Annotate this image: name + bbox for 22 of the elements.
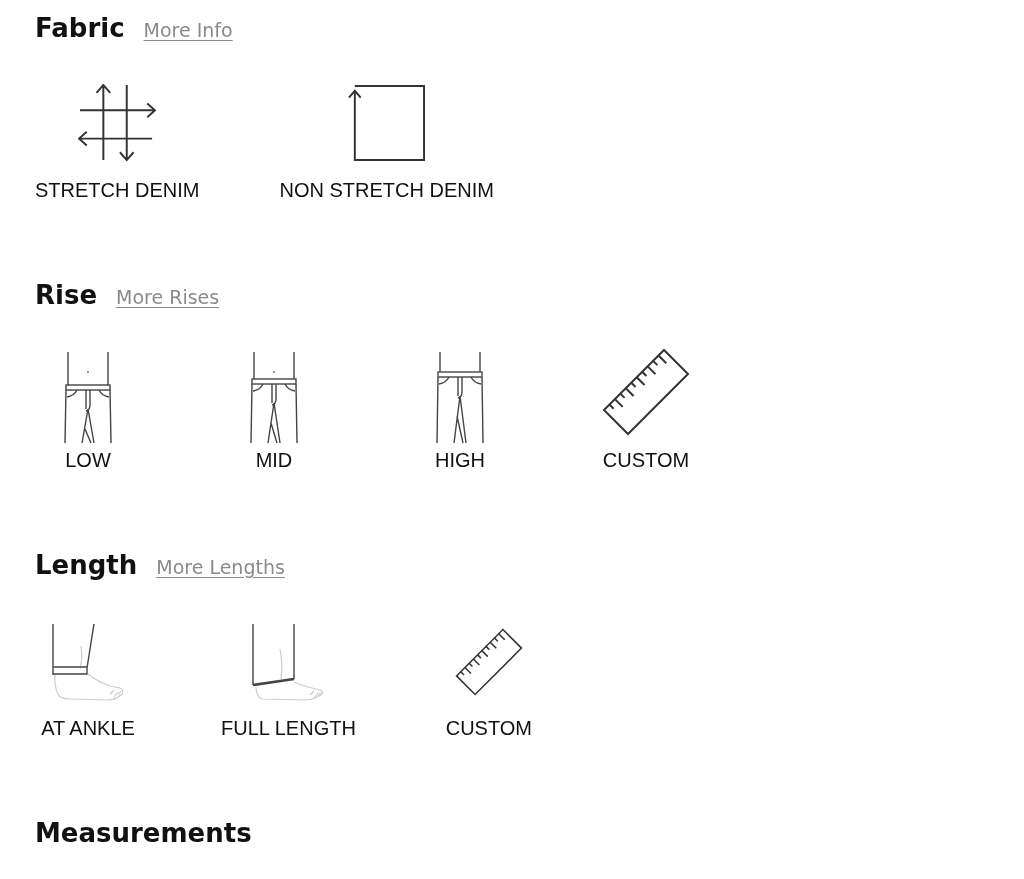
option-tile[interactable]: HIGH xyxy=(407,352,513,472)
option-tile[interactable]: AT ANKLE xyxy=(35,624,141,740)
jeans-waist-icon xyxy=(435,352,485,444)
jeans-waist-icon xyxy=(63,352,113,444)
option-tile[interactable]: FULL LENGTH xyxy=(221,624,356,740)
option-tile[interactable]: NON STRETCH DENIM xyxy=(279,84,494,202)
option-tile[interactable]: MID xyxy=(221,352,327,472)
crossed-arrows-icon xyxy=(78,84,157,162)
ruler-icon xyxy=(602,348,690,436)
section-heading: Rise xyxy=(35,279,98,311)
square-arrow-icon xyxy=(347,84,426,162)
jeans-waist-icon xyxy=(249,352,299,444)
section-heading: Measurements xyxy=(35,817,252,849)
option-tile[interactable]: CUSTOM xyxy=(435,628,542,740)
section-heading: Length xyxy=(35,549,138,581)
pant-hem-foot-icon xyxy=(50,624,126,702)
option-tile[interactable]: STRETCH DENIM xyxy=(35,84,200,202)
section-heading: Fabric xyxy=(35,12,125,44)
ruler-icon xyxy=(454,628,523,696)
option-tile[interactable]: LOW xyxy=(35,352,141,472)
section-link[interactable]: More Rises xyxy=(116,286,220,308)
option-tile[interactable]: CUSTOM xyxy=(593,348,699,472)
